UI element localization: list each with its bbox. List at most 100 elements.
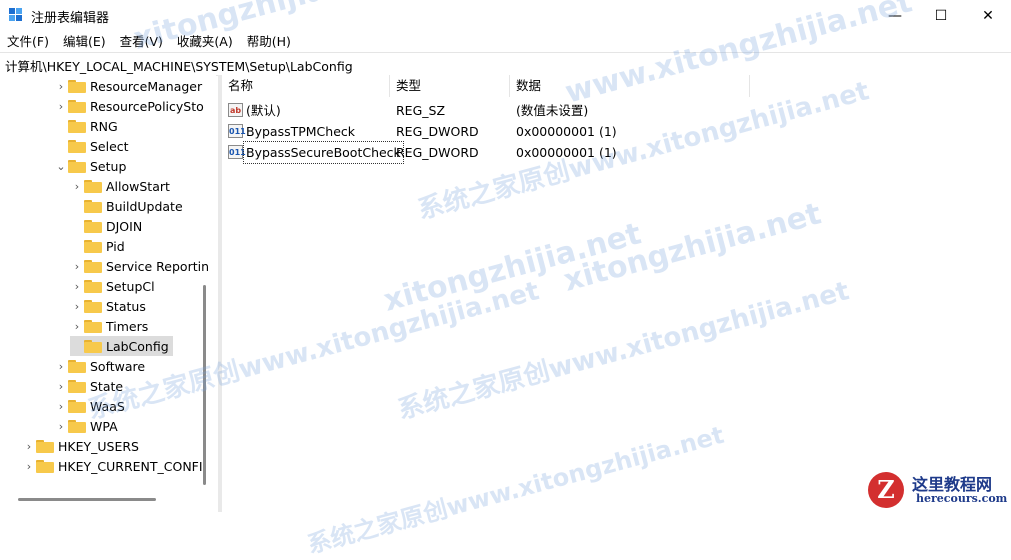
tree-item-label: AllowStart [106, 178, 170, 194]
value-data: 0x00000001 (1) [516, 145, 617, 160]
folder-icon [68, 119, 86, 133]
binary-value-icon: 011 [228, 124, 246, 138]
tree-item-label: State [90, 378, 124, 394]
key-tree[interactable]: › ResourceManager › ResourcePolicySto RNG Sel… [0, 75, 216, 512]
expand-chevron-icon[interactable]: › [70, 320, 84, 333]
expand-chevron-icon[interactable]: › [70, 180, 84, 193]
column-name-header[interactable]: 名称 [222, 75, 390, 97]
menu-edit[interactable]: 编辑(E) [56, 31, 113, 52]
close-button[interactable]: ✕ [965, 0, 1011, 31]
tree-item[interactable]: Pid [70, 236, 125, 256]
tree-item[interactable]: LabConfig [70, 336, 173, 356]
folder-icon [36, 459, 54, 473]
folder-icon [84, 259, 102, 273]
folder-icon [68, 79, 86, 93]
expand-chevron-icon[interactable]: › [54, 80, 68, 93]
tree-item-label: Setup [90, 158, 127, 174]
folder-icon [84, 339, 102, 353]
tree-horizontal-scrollbar[interactable] [18, 498, 156, 501]
expand-chevron-icon[interactable]: › [54, 100, 68, 113]
tree-item[interactable]: › SetupCl [70, 276, 155, 296]
folder-icon [84, 179, 102, 193]
tree-item[interactable]: › State [54, 376, 123, 396]
folder-icon [68, 419, 86, 433]
tree-item[interactable]: › HKEY_USERS [22, 436, 139, 456]
expand-chevron-icon[interactable]: › [70, 260, 84, 273]
maximize-button[interactable]: ☐ [918, 0, 964, 31]
tree-item-label: RNG [90, 118, 118, 134]
tree-item-label: Select [90, 138, 129, 154]
expand-chevron-icon[interactable]: › [70, 280, 84, 293]
tree-item[interactable]: BuildUpdate [70, 196, 183, 216]
binary-value-icon: 011 [228, 145, 246, 159]
value-type: REG_DWORD [396, 124, 479, 139]
value-type: REG_SZ [396, 103, 446, 118]
tree-item-label: WPA [90, 418, 118, 434]
folder-icon [36, 439, 54, 453]
tree-item-label: HKEY_CURRENT_CONFI [58, 458, 203, 474]
tree-item-label: ResourcePolicySto [90, 98, 204, 114]
value-row[interactable]: 011 BypassSecureBootCheck REG_DWORD 0x00… [222, 141, 1011, 164]
expand-chevron-icon[interactable]: › [22, 440, 36, 453]
folder-icon [68, 139, 86, 153]
tree-item-label: Timers [106, 318, 149, 334]
values-list[interactable]: 名称 类型 数据 ab (默认) REG_SZ (数值未设置) 011 Bypa… [222, 75, 1011, 512]
tree-item[interactable]: › Timers [70, 316, 148, 336]
tree-item-label: Pid [106, 238, 125, 254]
site-logo: Z 这里教程网 herecours.com [864, 468, 1011, 512]
tree-item[interactable]: › Service Reportin [70, 256, 209, 276]
expand-chevron-icon[interactable]: › [22, 460, 36, 473]
tree-item[interactable]: ⌄ Setup [54, 156, 126, 176]
registry-editor-icon [9, 8, 23, 22]
logo-subtitle: herecours.com [916, 492, 1008, 505]
folder-icon [84, 239, 102, 253]
tree-item[interactable]: › Software [54, 356, 145, 376]
tree-item[interactable]: › ResourceManager [54, 76, 202, 96]
column-data-header[interactable]: 数据 [510, 75, 750, 97]
value-type: REG_DWORD [396, 145, 479, 160]
collapse-chevron-icon[interactable]: ⌄ [54, 160, 68, 173]
value-row[interactable]: ab (默认) REG_SZ (数值未设置) [222, 100, 1011, 121]
folder-icon [68, 159, 86, 173]
tree-item[interactable]: DJOIN [70, 216, 142, 236]
folder-icon [68, 359, 86, 373]
menu-view[interactable]: 查看(V) [113, 31, 170, 52]
title-bar[interactable]: 注册表编辑器 — ☐ ✕ [0, 0, 1011, 31]
tree-vertical-scrollbar[interactable] [203, 285, 206, 485]
expand-chevron-icon[interactable]: › [70, 300, 84, 313]
tree-item-label: DJOIN [106, 218, 143, 234]
folder-icon [84, 219, 102, 233]
window-title: 注册表编辑器 [31, 11, 110, 26]
minimize-button[interactable]: — [872, 0, 918, 31]
tree-item[interactable]: Select [54, 136, 129, 156]
tree-item[interactable]: › WPA [54, 416, 118, 436]
expand-chevron-icon[interactable]: › [54, 420, 68, 433]
value-name: BypassTPMCheck [246, 124, 356, 139]
tree-item-label: Software [90, 358, 146, 374]
folder-icon [68, 399, 86, 413]
tree-item[interactable]: › AllowStart [70, 176, 170, 196]
expand-chevron-icon[interactable]: › [54, 400, 68, 413]
address-path[interactable]: 计算机\HKEY_LOCAL_MACHINE\SYSTEM\Setup\LabC… [5, 56, 353, 75]
expand-chevron-icon[interactable]: › [54, 360, 68, 373]
tree-item[interactable]: › HKEY_CURRENT_CONFI [22, 456, 203, 476]
folder-icon [68, 379, 86, 393]
menu-favorites[interactable]: 收藏夹(A) [170, 31, 240, 52]
folder-icon [84, 299, 102, 313]
address-bar[interactable]: 计算机\HKEY_LOCAL_MACHINE\SYSTEM\Setup\LabC… [0, 52, 1011, 76]
tree-item[interactable]: RNG [54, 116, 118, 136]
tree-item[interactable]: › ResourcePolicySto [54, 96, 204, 116]
tree-item[interactable]: › Status [70, 296, 146, 316]
value-name: (默认) [246, 103, 281, 118]
folder-icon [84, 319, 102, 333]
expand-chevron-icon[interactable]: › [54, 380, 68, 393]
tree-item-label: Service Reportin [106, 258, 210, 274]
menu-help[interactable]: 帮助(H) [240, 31, 298, 52]
column-type-header[interactable]: 类型 [390, 75, 510, 97]
tree-item-label: SetupCl [106, 278, 155, 294]
value-row[interactable]: 011 BypassTPMCheck REG_DWORD 0x00000001 … [222, 121, 1011, 142]
string-value-icon: ab [228, 103, 243, 117]
menu-file[interactable]: 文件(F) [0, 31, 56, 52]
menu-bar: 文件(F) 编辑(E) 查看(V) 收藏夹(A) 帮助(H) [0, 31, 1011, 52]
tree-item[interactable]: › WaaS [54, 396, 125, 416]
